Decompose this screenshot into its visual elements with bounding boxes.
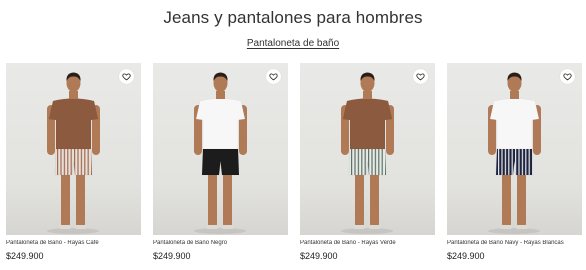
right-sandal [75, 225, 87, 229]
left-leg [208, 171, 217, 227]
neck [216, 91, 225, 99]
right-leg [517, 171, 526, 227]
favorite-button[interactable] [266, 69, 281, 84]
product-price: $249.900 [6, 251, 44, 261]
right-sandal [516, 225, 528, 229]
heart-icon [122, 73, 131, 81]
shorts [201, 148, 240, 176]
shirt [48, 98, 99, 152]
left-sandal [500, 225, 512, 229]
model-figure [488, 72, 541, 234]
product-price: $249.900 [300, 251, 338, 261]
product-photo[interactable] [447, 63, 582, 235]
floor-shadow [341, 228, 393, 234]
filter-link-container: Pantaloneta de baño [0, 38, 586, 49]
page-title: Jeans y pantalones para hombres [163, 8, 423, 27]
product-photo[interactable] [300, 63, 435, 235]
left-sandal [206, 225, 218, 229]
product-card[interactable]: Pantaloneta de Baño Navy - Rayas Blancas… [447, 63, 582, 270]
model-figure [194, 72, 247, 234]
product-name[interactable]: Pantaloneta de Baño Navy - Rayas Blancas [447, 240, 582, 246]
heart-icon [563, 73, 572, 81]
favorite-button[interactable] [560, 69, 575, 84]
shorts [348, 148, 387, 176]
product-photo[interactable] [6, 63, 141, 235]
neck [69, 91, 78, 99]
product-price: $249.900 [153, 251, 191, 261]
product-card[interactable]: Pantaloneta de Baño - Rayas Café $249.90… [6, 63, 141, 270]
product-name[interactable]: Pantaloneta de Baño Negro [153, 240, 288, 246]
product-card[interactable]: Pantaloneta de Baño Negro $249.900 [153, 63, 288, 270]
model-figure [341, 72, 394, 234]
shorts [495, 148, 534, 176]
model-figure [47, 72, 100, 234]
right-leg [223, 171, 232, 227]
shorts [54, 148, 93, 176]
product-card[interactable]: Pantaloneta de Baño - Rayas Verde $249.9… [300, 63, 435, 270]
product-grid: Pantaloneta de Baño - Rayas Café $249.90… [6, 63, 586, 270]
left-leg [61, 171, 70, 227]
product-photo[interactable] [153, 63, 288, 235]
left-sandal [353, 225, 365, 229]
favorite-button[interactable] [119, 69, 134, 84]
floor-shadow [47, 228, 99, 234]
heart-icon [269, 73, 278, 81]
floor-shadow [488, 228, 540, 234]
neck [363, 91, 372, 99]
shirt [195, 98, 246, 152]
floor-shadow [194, 228, 246, 234]
filter-link-pantaloneta[interactable]: Pantaloneta de baño [247, 38, 339, 49]
product-name[interactable]: Pantaloneta de Baño - Rayas Verde [300, 240, 435, 246]
left-sandal [59, 225, 71, 229]
shirt [489, 98, 540, 152]
left-leg [355, 171, 364, 227]
product-name[interactable]: Pantaloneta de Baño - Rayas Café [6, 240, 141, 246]
shirt [342, 98, 393, 152]
right-leg [76, 171, 85, 227]
product-price: $249.900 [447, 251, 485, 261]
neck [510, 91, 519, 99]
right-sandal [369, 225, 381, 229]
right-leg [370, 171, 379, 227]
heart-icon [416, 73, 425, 81]
right-sandal [222, 225, 234, 229]
left-leg [502, 171, 511, 227]
favorite-button[interactable] [413, 69, 428, 84]
